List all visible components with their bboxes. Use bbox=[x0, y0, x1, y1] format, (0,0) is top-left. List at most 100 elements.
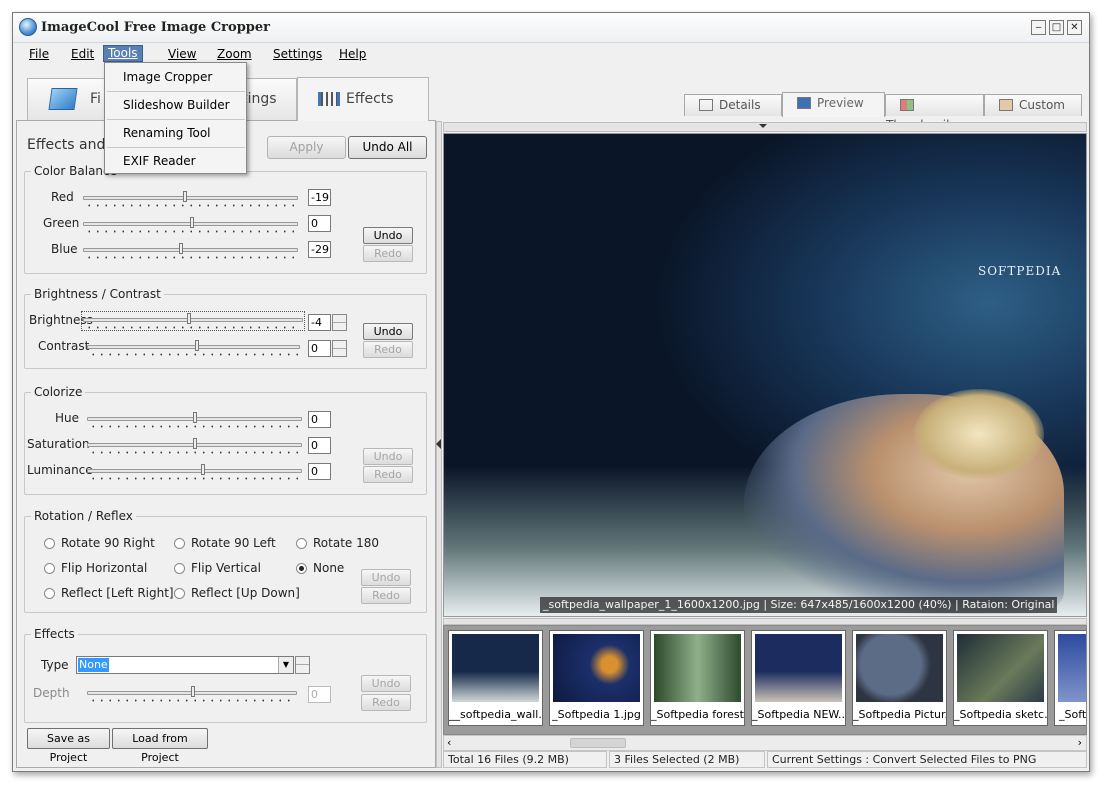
contrast-slider-thumb[interactable] bbox=[195, 340, 199, 351]
details-icon bbox=[699, 99, 713, 111]
contrast-slider[interactable] bbox=[87, 340, 300, 356]
rotate-180-radio[interactable] bbox=[296, 538, 307, 549]
hue-value[interactable]: 0 bbox=[308, 411, 331, 428]
hue-slider-thumb[interactable] bbox=[193, 412, 197, 423]
minimize-icon[interactable]: ‒ bbox=[1031, 20, 1046, 35]
red-value[interactable]: -19 bbox=[308, 189, 331, 206]
rotation-title: Rotation / Reflex bbox=[31, 509, 136, 523]
menu-zoom[interactable]: Zoom bbox=[217, 47, 252, 61]
luminance-value[interactable]: 0 bbox=[308, 463, 331, 480]
reflect-left-right-radio[interactable] bbox=[44, 588, 55, 599]
thumbnail-image bbox=[553, 634, 640, 702]
green-slider[interactable] bbox=[83, 217, 298, 233]
tab-thumbnails[interactable]: Thumbnails bbox=[885, 94, 984, 132]
thumbnail-item[interactable]: _Softpedia sketc... bbox=[953, 630, 1048, 726]
rotate-90-right-radio[interactable] bbox=[44, 538, 55, 549]
app-icon bbox=[19, 18, 37, 36]
red-slider[interactable] bbox=[83, 191, 298, 207]
menu-item-renaming-tool[interactable]: Renaming Tool bbox=[105, 119, 247, 147]
menu-tools[interactable]: Tools bbox=[103, 45, 143, 62]
color-balance-undo-button[interactable]: Undo bbox=[363, 227, 413, 244]
effects-undo-button[interactable]: Undo bbox=[361, 675, 411, 692]
thumbnail-item[interactable]: _Softpedia 1.jpg bbox=[549, 630, 644, 726]
rotation-redo-button[interactable]: Redo bbox=[361, 587, 411, 604]
scroll-thumb[interactable] bbox=[570, 738, 626, 748]
green-value[interactable]: 0 bbox=[308, 215, 331, 232]
menu-item-slideshow-builder[interactable]: Slideshow Builder bbox=[105, 91, 247, 119]
save-as-project-button[interactable]: Save as Project bbox=[27, 728, 110, 764]
undo-all-button[interactable]: Undo All bbox=[348, 136, 427, 159]
saturation-slider-thumb[interactable] bbox=[193, 438, 197, 449]
contrast-stepper[interactable] bbox=[332, 340, 347, 357]
flip-vertical-radio[interactable] bbox=[174, 563, 185, 574]
luminance-slider[interactable] bbox=[87, 464, 302, 480]
thumbs-splitter[interactable] bbox=[443, 618, 1087, 625]
colorize-redo-button[interactable]: Redo bbox=[363, 466, 413, 483]
rotate-90-left-radio[interactable] bbox=[174, 538, 185, 549]
type-select[interactable]: None ▼ bbox=[76, 656, 294, 674]
depth-value[interactable]: 0 bbox=[308, 686, 331, 703]
brightness-stepper[interactable] bbox=[332, 314, 347, 331]
menu-item-exif-reader[interactable]: EXIF Reader bbox=[105, 147, 247, 175]
tab-effects[interactable]: Effects bbox=[297, 77, 429, 121]
scroll-left-icon[interactable]: ‹ bbox=[447, 736, 451, 750]
blue-value[interactable]: -29 bbox=[308, 241, 331, 258]
top-splitter-arrow-icon[interactable] bbox=[759, 124, 767, 128]
effects-redo-button[interactable]: Redo bbox=[361, 694, 411, 711]
hue-slider[interactable] bbox=[87, 412, 302, 428]
tab-details-label: Details bbox=[719, 98, 761, 112]
color-balance-redo-button[interactable]: Redo bbox=[363, 245, 413, 262]
blue-slider[interactable] bbox=[83, 243, 298, 259]
tab-preview[interactable]: Preview bbox=[782, 92, 885, 117]
thumbnail-item[interactable]: __softpedia_wall... bbox=[448, 630, 543, 726]
flip-vertical-label: Flip Vertical bbox=[191, 561, 261, 575]
brightness-contrast-group: Brightness / Contrast Brightness -4 Cont… bbox=[24, 287, 427, 369]
type-stepper[interactable] bbox=[295, 656, 310, 674]
rotation-undo-button[interactable]: Undo bbox=[361, 569, 411, 586]
menu-file[interactable]: File bbox=[29, 47, 49, 61]
contrast-value[interactable]: 0 bbox=[308, 340, 331, 357]
tab-details[interactable]: Details bbox=[684, 94, 782, 116]
colorize-undo-button[interactable]: Undo bbox=[363, 448, 413, 465]
thumbnail-item[interactable]: _Softpedia NEW... bbox=[751, 630, 846, 726]
menu-item-image-cropper[interactable]: Image Cropper bbox=[105, 63, 247, 91]
preview-icon bbox=[797, 97, 811, 109]
thumbnail-item[interactable]: _Soft bbox=[1054, 630, 1086, 726]
close-icon[interactable]: ✕ bbox=[1067, 20, 1082, 35]
red-slider-thumb[interactable] bbox=[183, 191, 187, 202]
thumbnail-item[interactable]: _Softpedia forest... bbox=[650, 630, 745, 726]
chevron-down-icon[interactable]: ▼ bbox=[278, 657, 293, 673]
depth-slider-thumb[interactable] bbox=[191, 686, 195, 697]
saturation-slider[interactable] bbox=[87, 438, 302, 454]
brightness-slider-thumb[interactable] bbox=[187, 313, 191, 324]
scroll-right-icon[interactable]: › bbox=[1078, 736, 1082, 750]
reflect-up-down-radio[interactable] bbox=[174, 588, 185, 599]
green-label: Green bbox=[43, 216, 80, 230]
menu-view[interactable]: View bbox=[168, 47, 196, 61]
maximize-icon[interactable]: □ bbox=[1049, 20, 1064, 35]
menu-edit[interactable]: Edit bbox=[71, 47, 94, 61]
flip-horizontal-radio[interactable] bbox=[44, 563, 55, 574]
brightness-redo-button[interactable]: Redo bbox=[363, 341, 413, 358]
blue-slider-thumb[interactable] bbox=[179, 243, 183, 254]
none-radio[interactable] bbox=[296, 563, 307, 574]
depth-slider[interactable] bbox=[87, 686, 297, 702]
saturation-value[interactable]: 0 bbox=[308, 437, 331, 454]
tab-custom[interactable]: Custom bbox=[984, 94, 1082, 116]
splitter-arrow-icon[interactable] bbox=[436, 439, 441, 449]
thumbnail-item[interactable]: _Softpedia Pictur... bbox=[852, 630, 947, 726]
menu-bar: File Edit Tools View Zoom Settings Help bbox=[13, 44, 1089, 64]
green-slider-thumb[interactable] bbox=[190, 217, 194, 228]
menu-help[interactable]: Help bbox=[339, 47, 366, 61]
apply-button[interactable]: Apply bbox=[267, 136, 346, 159]
image-preview[interactable]: SOFTPEDIA _softpedia_wallpaper_1_1600x12… bbox=[443, 133, 1087, 617]
menu-settings[interactable]: Settings bbox=[273, 47, 322, 61]
load-from-project-button[interactable]: Load from Project bbox=[112, 728, 208, 764]
brightness-value[interactable]: -4 bbox=[308, 314, 331, 331]
colorize-group: Colorize Hue 0 Saturation 0 Luminance 0 … bbox=[24, 385, 427, 495]
luminance-slider-thumb[interactable] bbox=[201, 464, 205, 475]
brightness-undo-button[interactable]: Undo bbox=[363, 323, 413, 340]
horizontal-scrollbar[interactable]: ‹ › bbox=[443, 735, 1087, 751]
brightness-slider[interactable] bbox=[81, 311, 305, 331]
hue-label: Hue bbox=[55, 411, 80, 425]
